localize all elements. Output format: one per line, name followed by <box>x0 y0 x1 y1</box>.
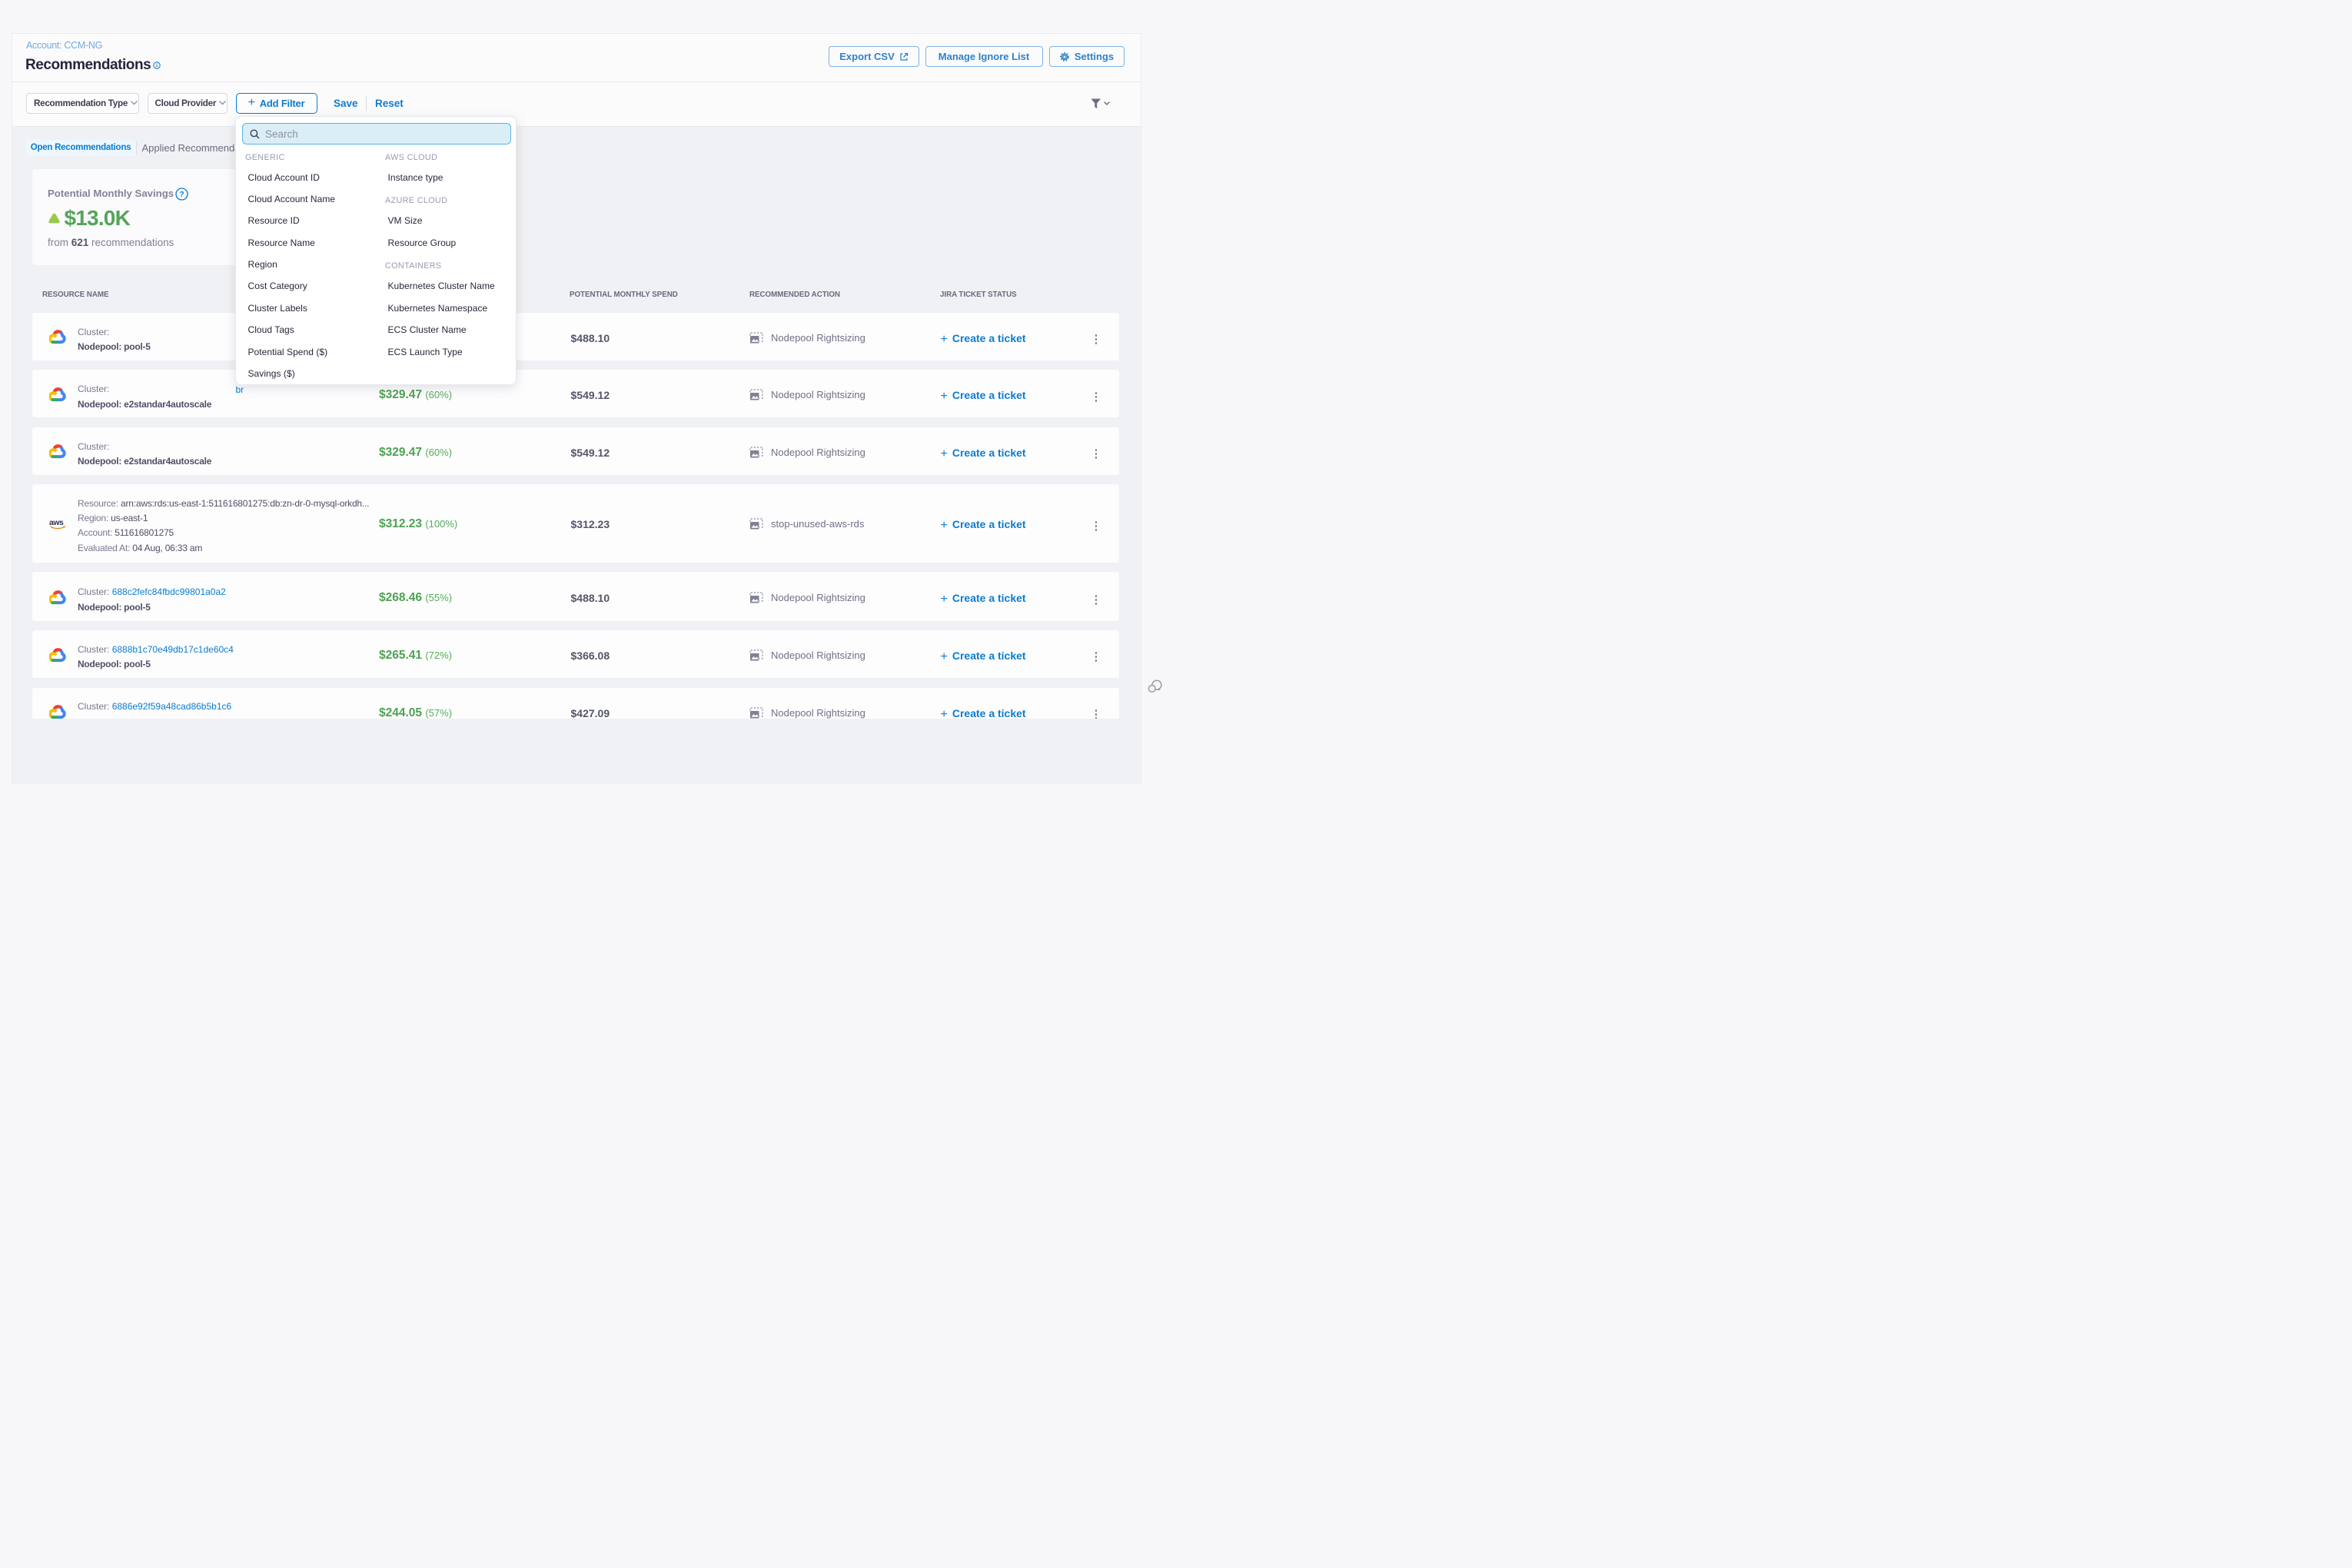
svg-text:?: ? <box>179 191 184 199</box>
svg-text:aws: aws <box>49 518 64 527</box>
